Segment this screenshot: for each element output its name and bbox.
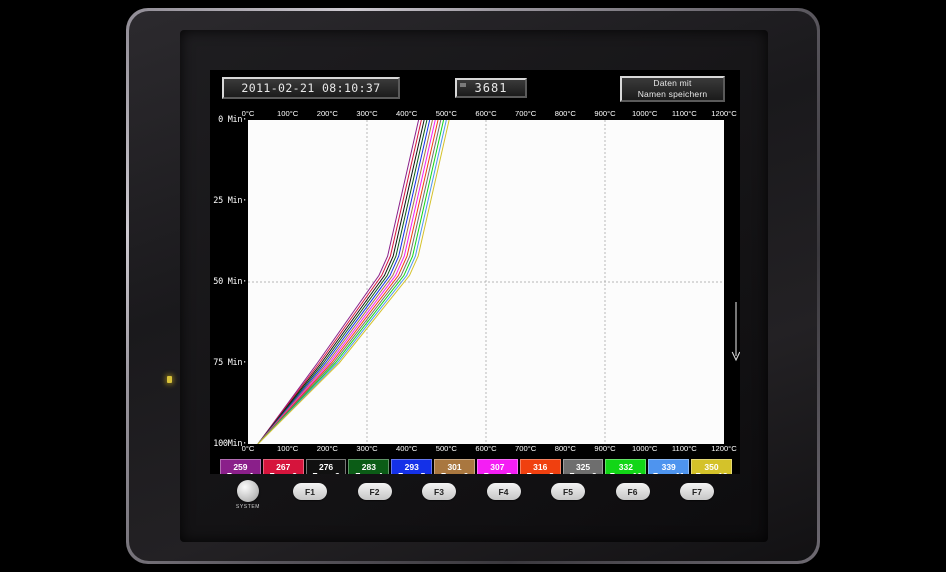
- function-key-f6[interactable]: F6: [615, 483, 650, 500]
- system-button[interactable]: [237, 480, 259, 502]
- zone-label: Zone 8: [527, 471, 554, 474]
- zone-button[interactable]: 267Zone 2: [262, 459, 304, 474]
- y-axis-tick-label: 75 Min·: [213, 358, 247, 368]
- counter-display: 3681: [455, 78, 527, 98]
- x-axis-tick-label: 1100°C: [671, 109, 697, 118]
- save-data-with-name-button[interactable]: Daten mit Namen speichern: [620, 76, 725, 102]
- zone-button[interactable]: 325Zone 9: [562, 459, 604, 474]
- zone-label: Zone 2: [270, 471, 297, 474]
- x-axis-tick-label: 1100°C: [671, 444, 697, 453]
- zone-legend-buttons: 259Zone 1267Zone 2276Zone 3283Zone 4293Z…: [220, 459, 732, 474]
- x-axis-tick-label: 1200°C: [711, 444, 737, 453]
- function-key-f5[interactable]: F5: [551, 483, 585, 500]
- x-axis-tick-label: 700°C: [515, 109, 537, 118]
- x-axis-tick-label: 1200°C: [711, 109, 737, 118]
- x-axis-tick-label: 500°C: [435, 444, 457, 453]
- chart-series-line: [257, 120, 420, 444]
- x-axis-tick-label: 800°C: [554, 109, 576, 118]
- zone-button[interactable]: 307Zone 7: [476, 459, 518, 474]
- x-axis-tick-label: 500°C: [435, 109, 457, 118]
- datetime-display: 2011-02-21 08:10:37: [222, 77, 400, 99]
- save-button-line1: Daten mit: [653, 78, 692, 89]
- scroll-down-arrow-icon[interactable]: [730, 302, 740, 364]
- x-axis-tick-label: 100°C: [277, 109, 299, 118]
- zone-button[interactable]: 283Zone 4: [348, 459, 390, 474]
- function-key-f4[interactable]: F4: [486, 483, 521, 500]
- zone-button[interactable]: 293Zone 5: [391, 459, 433, 474]
- zone-button[interactable]: 301Zone 6: [434, 459, 475, 474]
- zone-label: Zone 5: [398, 471, 425, 474]
- system-button-label: SYSTEM: [235, 504, 261, 510]
- x-axis-tick-label: 200°C: [316, 444, 338, 453]
- y-axis-tick-label: 25 Min·: [213, 196, 247, 206]
- zone-button[interactable]: 259Zone 1: [220, 459, 261, 474]
- save-button-line2: Namen speichern: [637, 89, 708, 99]
- x-axis-tick-label: 400°C: [396, 109, 418, 118]
- zone-label: Zone 3: [312, 471, 339, 474]
- zone-label: Zone 10: [610, 471, 642, 474]
- x-axis-tick-label: 300°C: [356, 444, 378, 453]
- zone-label: Zone 6: [441, 471, 468, 474]
- zone-label: Zone 7: [484, 471, 511, 474]
- zone-label: Zone 9: [569, 471, 596, 474]
- x-axis-tick-label: 300°C: [356, 109, 378, 118]
- x-axis-tick-label: 0°C: [241, 444, 255, 453]
- function-key-f1[interactable]: F1: [293, 483, 327, 500]
- x-axis-tick-label: 1000°C: [631, 444, 658, 453]
- y-axis-tick-label: 0 Min·: [218, 115, 247, 125]
- x-axis-tick-label: 1000°C: [631, 109, 658, 118]
- zone-label: Zone 12: [695, 471, 727, 474]
- zone-label: Zone 1: [227, 471, 254, 474]
- temperature-profile-chart: [248, 120, 724, 444]
- lcd-screen: 2011-02-21 08:10:37 3681 Daten mit Namen…: [210, 70, 740, 474]
- y-axis-tick-label: 50 Min·: [213, 277, 247, 287]
- zone-button[interactable]: 332Zone 10: [605, 459, 647, 474]
- x-axis-tick-label: 900°C: [594, 109, 616, 118]
- x-axis-tick-label: 900°C: [594, 444, 616, 453]
- chart-x-axis-bottom: 0°C 100°C 200°C 300°C 400°C 500°C 600°C 700°C 80…: [210, 444, 740, 456]
- x-axis-tick-label: 600°C: [475, 109, 497, 118]
- chart-y-axis: 0 Min· 25 Min· 50 Min· 75 Min· 100Min·: [210, 115, 248, 449]
- x-axis-tick-label: 800°C: [554, 444, 576, 453]
- zone-button[interactable]: 316Zone 8: [519, 459, 561, 474]
- function-key-f3[interactable]: F3: [422, 483, 456, 500]
- x-axis-tick-label: 700°C: [515, 444, 537, 453]
- x-axis-tick-label: 100°C: [277, 444, 299, 453]
- counter-value: 3681: [474, 81, 508, 95]
- zone-label: Zone 11: [653, 471, 685, 474]
- power-led-indicator: [167, 376, 172, 383]
- zone-button[interactable]: 350Zone 12: [691, 459, 732, 474]
- chart-plot-area: [248, 120, 724, 444]
- x-axis-tick-label: 200°C: [316, 109, 338, 118]
- zone-button[interactable]: 339Zone 11: [648, 459, 690, 474]
- screenshot-root: 2011-02-21 08:10:37 3681 Daten mit Namen…: [0, 0, 946, 572]
- counter-marker-icon: [460, 83, 466, 87]
- x-axis-tick-label: 600°C: [475, 444, 497, 453]
- zone-button[interactable]: 276Zone 3: [305, 459, 347, 474]
- screen-top-bar: 2011-02-21 08:10:37 3681 Daten mit Namen…: [210, 70, 740, 106]
- zone-label: Zone 4: [355, 471, 382, 474]
- x-axis-tick-label: 400°C: [396, 444, 418, 453]
- function-key-f2[interactable]: F2: [357, 483, 392, 500]
- function-key-f7[interactable]: F7: [680, 483, 714, 500]
- function-key-row: SYSTEM F1 F2 F3 F4 F5 F6 F7: [210, 478, 740, 518]
